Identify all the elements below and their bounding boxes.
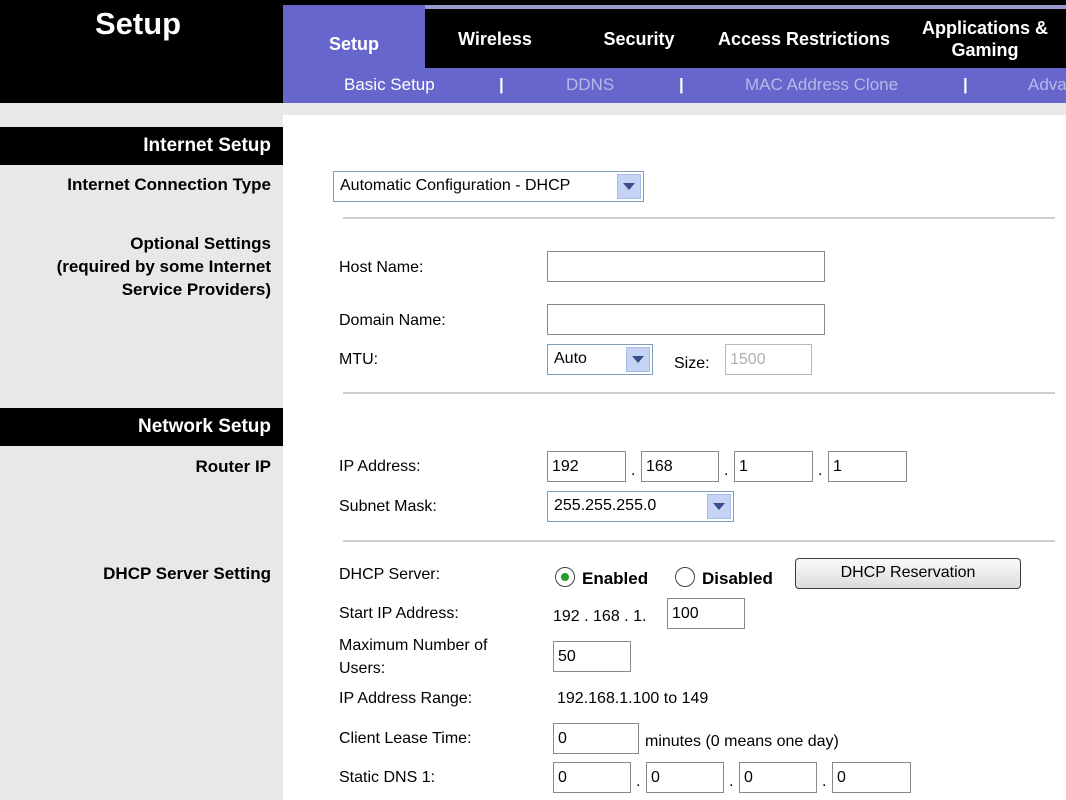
label-optional-settings: Optional Settings [130, 234, 271, 253]
ip-address-label: IP Address: [339, 458, 421, 475]
subnav-separator: | [963, 75, 968, 94]
mtu-value: Auto [554, 350, 587, 367]
subnet-mask-label: Subnet Mask: [339, 498, 437, 515]
label-optional-settings-note-2: Service Providers) [121, 280, 271, 299]
ip-dot: . [818, 462, 823, 479]
section-network-setup: Network Setup [0, 408, 283, 446]
subnav-basic-setup[interactable]: Basic Setup [344, 75, 435, 95]
divider [343, 217, 1055, 219]
mtu-size-label: Size: [674, 355, 710, 372]
mtu-label: MTU: [339, 351, 379, 368]
subnet-mask-select[interactable]: 255.255.255.0 [547, 491, 734, 522]
dhcp-enabled-label[interactable]: Enabled [582, 569, 648, 589]
ip-dot: . [636, 773, 641, 790]
subnav-advanced-routing[interactable]: Adva [1028, 75, 1066, 95]
tab-access-restrictions[interactable]: Access Restrictions [713, 10, 895, 68]
ip-dot: . [724, 462, 729, 479]
dhcp-reservation-button[interactable]: DHCP Reservation [795, 558, 1021, 589]
dns1-octet-3-input[interactable] [739, 762, 817, 793]
ip-range-label: IP Address Range: [339, 690, 473, 707]
column-divider [283, 115, 287, 800]
subnav-mac-address-clone[interactable]: MAC Address Clone [745, 75, 898, 95]
start-ip-label: Start IP Address: [339, 605, 459, 622]
tab-setup[interactable]: Setup [283, 9, 425, 68]
divider [343, 392, 1055, 394]
tab-security[interactable]: Security [565, 10, 713, 68]
dns1-octet-4-input[interactable] [832, 762, 911, 793]
start-ip-prefix: 192 . 168 . 1. [553, 608, 647, 625]
section-internet-setup: Internet Setup [0, 127, 283, 165]
chevron-down-icon[interactable] [617, 174, 641, 199]
lease-time-suffix: minutes (0 means one day) [645, 733, 839, 750]
dhcp-disabled-label[interactable]: Disabled [702, 569, 773, 589]
connection-type-value: Automatic Configuration - DHCP [340, 177, 571, 194]
lease-time-label: Client Lease Time: [339, 730, 472, 747]
domain-name-input[interactable] [547, 304, 825, 335]
label-router-ip: Router IP [195, 457, 271, 476]
header-separator-band [0, 103, 1066, 115]
dns1-octet-2-input[interactable] [646, 762, 724, 793]
domain-name-label: Domain Name: [339, 312, 446, 329]
host-name-label: Host Name: [339, 259, 424, 276]
nav-accent-line-light [425, 5, 1066, 9]
subnav-ddns[interactable]: DDNS [566, 75, 614, 95]
sub-nav: Basic Setup | DDNS | MAC Address Clone |… [283, 68, 1066, 103]
max-users-label: Maximum Number of [339, 637, 488, 654]
ip-dot: . [631, 462, 636, 479]
start-ip-last-octet-input[interactable] [667, 598, 745, 629]
mtu-select[interactable]: Auto [547, 344, 653, 375]
subnet-mask-value: 255.255.255.0 [554, 497, 657, 514]
ip-octet-3-input[interactable] [734, 451, 813, 482]
page-title: Setup [95, 6, 182, 41]
connection-type-select[interactable]: Automatic Configuration - DHCP [333, 171, 644, 202]
ip-dot: . [822, 773, 827, 790]
label-internet-connection-type: Internet Connection Type [67, 175, 271, 194]
ip-range-value: 192.168.1.100 to 149 [557, 690, 709, 707]
mtu-size-input [725, 344, 812, 375]
dns1-octet-1-input[interactable] [553, 762, 631, 793]
label-optional-settings-note: (required by some Internet [56, 257, 271, 276]
chevron-down-icon[interactable] [626, 347, 650, 372]
max-users-label-2: Users: [339, 660, 386, 677]
ip-octet-4-input[interactable] [828, 451, 907, 482]
dhcp-server-label: DHCP Server: [339, 566, 441, 583]
divider [343, 540, 1055, 542]
ip-dot: . [729, 773, 734, 790]
chevron-down-icon[interactable] [707, 494, 731, 519]
ip-octet-2-input[interactable] [641, 451, 719, 482]
host-name-input[interactable] [547, 251, 825, 282]
label-dhcp-server-setting: DHCP Server Setting [103, 564, 271, 583]
subnav-separator: | [679, 75, 684, 94]
dhcp-enabled-radio[interactable] [555, 567, 575, 587]
tab-wireless[interactable]: Wireless [425, 10, 565, 68]
max-users-input[interactable] [553, 641, 631, 672]
tab-applications-gaming[interactable]: Applications & Gaming [895, 10, 1066, 68]
subnav-separator: | [499, 75, 504, 94]
dhcp-disabled-radio[interactable] [675, 567, 695, 587]
ip-octet-1-input[interactable] [547, 451, 626, 482]
lease-time-input[interactable] [553, 723, 639, 754]
static-dns-1-label: Static DNS 1: [339, 769, 436, 786]
